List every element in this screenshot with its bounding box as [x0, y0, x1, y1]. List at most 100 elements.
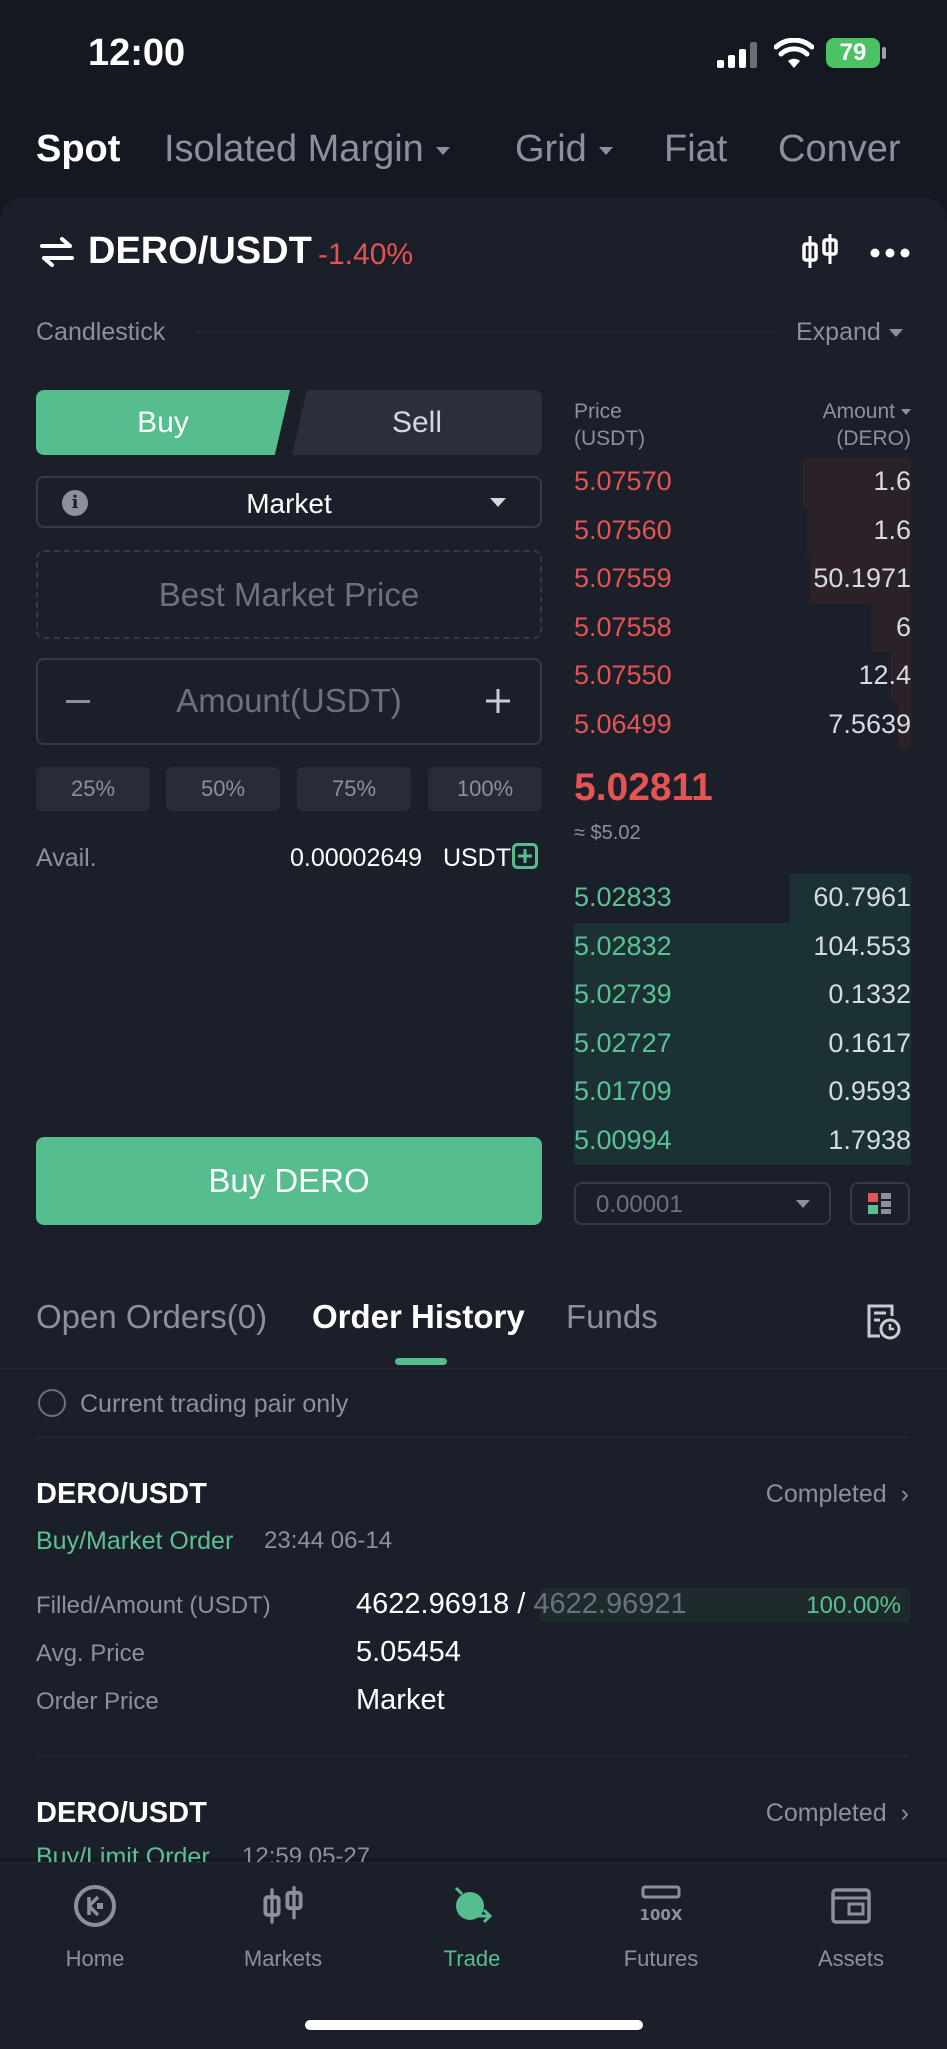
- svg-text:100X: 100X: [640, 1906, 683, 1924]
- filled-amount: 4622.96918 / 4622.96921: [356, 1588, 687, 1621]
- ask-amount[interactable]: 7.5639: [828, 709, 911, 740]
- pair-name[interactable]: DERO/USDT: [88, 230, 312, 273]
- last-price-usd: ≈ $5.02: [574, 822, 641, 844]
- home-indicator: [305, 2020, 643, 2030]
- tab-convert[interactable]: Conver: [778, 128, 928, 171]
- order-status-link[interactable]: Completed ›: [766, 1799, 909, 1828]
- bid-amount[interactable]: 104.553: [813, 931, 911, 962]
- chevron-right-icon: ›: [900, 1480, 909, 1508]
- order-price-value: Market: [356, 1684, 445, 1716]
- ask-price[interactable]: 5.06499: [574, 709, 672, 740]
- order-type: Buy/Market Order: [36, 1527, 234, 1555]
- order-price-label: Order Price: [36, 1688, 159, 1715]
- ask-amount[interactable]: 1.6: [873, 515, 911, 546]
- bid-price[interactable]: 5.02832: [574, 931, 672, 962]
- ob-amount-header[interactable]: Amount (DERO): [823, 398, 911, 452]
- ask-price[interactable]: 5.07550: [574, 660, 672, 691]
- percent-25-button[interactable]: 25%: [36, 767, 150, 811]
- percent-100-button[interactable]: 100%: [428, 767, 542, 811]
- percent-50-button[interactable]: 50%: [166, 767, 280, 811]
- pair-filter-label[interactable]: Current trading pair only: [80, 1390, 348, 1419]
- home-logo-icon: [35, 1878, 155, 1934]
- order-pair: DERO/USDT: [36, 1797, 207, 1829]
- nav-assets-label: Assets: [817, 1946, 885, 1971]
- expand-label: Expand: [796, 318, 881, 346]
- order-status-link[interactable]: Completed ›: [766, 1480, 909, 1509]
- bid-amount[interactable]: 0.1332: [828, 979, 911, 1010]
- transfer-plus-icon[interactable]: [512, 843, 538, 869]
- orderbook-layout-button[interactable]: [850, 1182, 910, 1225]
- candlestick-chart-icon[interactable]: [800, 232, 840, 272]
- price-field: Best Market Price: [36, 550, 542, 639]
- signal-icon: [717, 42, 761, 68]
- amount-input[interactable]: Amount(USDT): [36, 658, 542, 745]
- filled-value: 4622.96918: [356, 1588, 510, 1620]
- expand-chart-button[interactable]: Expand: [796, 318, 903, 347]
- bid-price[interactable]: 5.02739: [574, 979, 672, 1010]
- order-type-value: Market: [246, 488, 332, 519]
- ask-amount[interactable]: 12.4: [858, 660, 911, 691]
- bid-amount[interactable]: 0.9593: [828, 1076, 911, 1107]
- sell-tab-button[interactable]: Sell: [292, 390, 542, 455]
- ask-price[interactable]: 5.07558: [574, 612, 672, 643]
- buy-tab-button[interactable]: Buy: [36, 390, 290, 455]
- nav-trade-label: Trade: [443, 1946, 501, 1971]
- active-tab-indicator: [395, 1358, 447, 1365]
- ask-price[interactable]: 5.07560: [574, 515, 672, 546]
- order-type-select[interactable]: i Market: [36, 476, 542, 528]
- ob-price-header: Price (USDT): [574, 400, 646, 450]
- tab-isolated-margin[interactable]: Isolated Margin: [164, 128, 450, 171]
- pair-filter-radio[interactable]: [38, 1389, 66, 1417]
- ask-price[interactable]: 5.07559: [574, 563, 672, 594]
- total-amount: 4622.96921: [533, 1588, 687, 1620]
- chevron-down-icon: [435, 146, 450, 155]
- nav-markets-label: Markets: [243, 1946, 323, 1971]
- chevron-down-icon: [598, 146, 613, 155]
- tab-fiat[interactable]: Fiat: [664, 128, 727, 171]
- status-time: 12:00: [88, 32, 186, 74]
- battery-icon: 79: [826, 38, 886, 68]
- tab-open-orders[interactable]: Open Orders(0): [36, 1298, 267, 1336]
- trade-icon: [412, 1878, 532, 1934]
- chart-divider: [194, 332, 776, 333]
- ask-amount[interactable]: 6: [896, 612, 911, 643]
- percent-75-button[interactable]: 75%: [297, 767, 411, 811]
- precision-select[interactable]: 0.00001: [574, 1182, 831, 1225]
- more-icon[interactable]: [870, 246, 910, 258]
- bid-amount[interactable]: 1.7938: [828, 1125, 911, 1156]
- chevron-down-icon: [888, 329, 903, 338]
- plus-icon[interactable]: [486, 689, 510, 713]
- order-divider: [36, 1756, 910, 1757]
- ask-amount[interactable]: 1.6: [873, 466, 911, 497]
- tab-grid[interactable]: Grid: [515, 128, 613, 171]
- ask-price[interactable]: 5.07570: [574, 466, 672, 497]
- tab-funds[interactable]: Funds: [566, 1298, 658, 1336]
- bid-amount[interactable]: 60.7961: [813, 882, 911, 913]
- order-time: 23:44 06-14: [264, 1527, 393, 1554]
- nav-assets[interactable]: Assets: [791, 1878, 911, 1972]
- bid-price[interactable]: 5.02727: [574, 1028, 672, 1059]
- switch-pair-icon[interactable]: [38, 236, 76, 268]
- amount-placeholder: Amount(USDT): [176, 682, 402, 719]
- tab-spot[interactable]: Spot: [36, 128, 120, 171]
- markets-icon: [223, 1878, 343, 1934]
- buy-dero-button[interactable]: Buy DERO: [36, 1137, 542, 1225]
- nav-trade[interactable]: Trade: [412, 1878, 532, 1972]
- last-price[interactable]: 5.02811: [574, 766, 713, 810]
- nav-futures[interactable]: 100X Futures: [601, 1878, 721, 1972]
- price-placeholder: Best Market Price: [158, 576, 420, 613]
- ask-amount[interactable]: 50.1971: [813, 563, 911, 594]
- history-icon[interactable]: [866, 1302, 902, 1340]
- fill-percent: 100.00%: [806, 1592, 901, 1619]
- tab-order-history[interactable]: Order History: [312, 1298, 525, 1336]
- nav-futures-label: Futures: [623, 1946, 699, 1971]
- avg-price-label: Avg. Price: [36, 1640, 145, 1667]
- nav-home[interactable]: Home: [35, 1878, 155, 1972]
- bid-amount[interactable]: 0.1617: [828, 1028, 911, 1059]
- nav-markets[interactable]: Markets: [223, 1878, 343, 1972]
- bid-price[interactable]: 5.02833: [574, 882, 672, 913]
- filled-separator: /: [509, 1588, 534, 1620]
- order-pair: DERO/USDT: [36, 1478, 207, 1510]
- bid-price[interactable]: 5.01709: [574, 1076, 672, 1107]
- bid-price[interactable]: 5.00994: [574, 1125, 672, 1156]
